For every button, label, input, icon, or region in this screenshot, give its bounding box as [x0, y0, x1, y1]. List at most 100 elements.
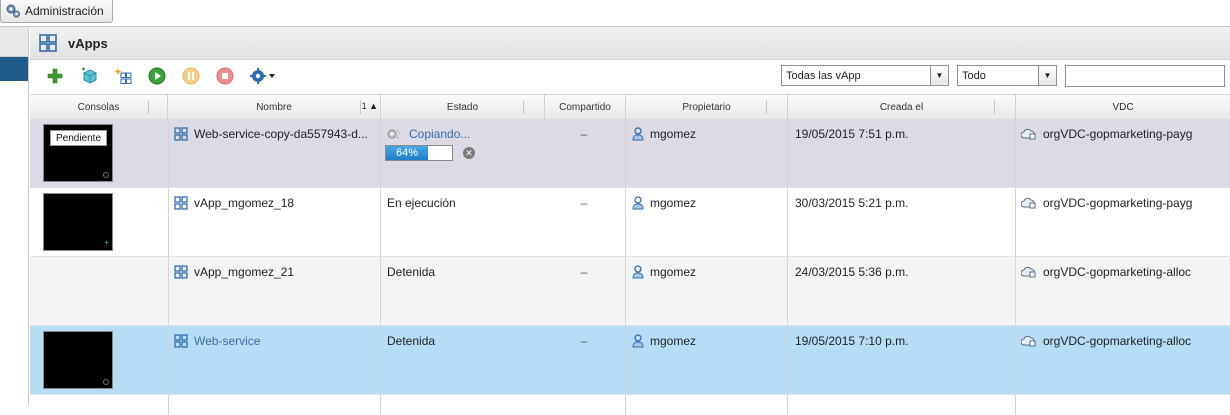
sort-indicator: 1 ▲ — [361, 101, 378, 111]
cancel-task-icon[interactable]: ✕ — [463, 147, 475, 159]
created-cell: 19/05/2015 7:51 p.m. — [795, 127, 909, 141]
vdc-cell: orgVDC-gopmarketing-alloc — [1021, 334, 1191, 348]
vapp-name: Web-service-copy-da557943-d... — [194, 127, 368, 141]
sidebar-header — [0, 27, 28, 57]
column-header-propietario[interactable]: Propietario — [626, 95, 788, 119]
actions-menu-button[interactable] — [248, 65, 278, 87]
vapp-icon — [174, 265, 188, 279]
column-header-compartido[interactable]: Compartido — [545, 95, 626, 119]
scope-filter-value: Todo — [962, 69, 986, 82]
vapp-name-cell[interactable]: vApp_mgomez_21 — [174, 265, 294, 279]
vdc-name: orgVDC-gopmarketing-alloc — [1043, 334, 1192, 348]
top-bar: Administración — [0, 0, 1230, 27]
vapp-name-cell[interactable]: Web-service-copy-da557943-d... — [174, 127, 368, 141]
created-cell: 19/05/2015 7:10 p.m. — [795, 334, 909, 348]
user-icon — [632, 265, 644, 279]
owner-name: mgomez — [650, 127, 697, 141]
search-input[interactable] — [1065, 65, 1225, 87]
console-thumbnail[interactable]: Pendiente — [43, 124, 113, 182]
main-panel: vApps Todas las vApp ▼ Todo ▼ Consolas N… — [30, 27, 1230, 415]
vapp-status-link[interactable]: Copiando... — [409, 127, 470, 141]
scope-filter-select[interactable]: Todo ▼ — [957, 65, 1057, 86]
suspend-button[interactable] — [180, 65, 202, 87]
column-divider — [523, 100, 524, 114]
table-row[interactable]: Pendiente Web-service-copy-da557943-d...… — [30, 119, 1230, 188]
stop-button[interactable] — [214, 65, 236, 87]
column-header-vdc[interactable]: VDC — [1016, 95, 1230, 119]
vapp-name: vApp_mgomez_18 — [194, 196, 295, 210]
table-row[interactable] — [30, 395, 1230, 415]
panel-title-bar: vApps — [30, 27, 1230, 60]
vdc-cell: orgVDC-gopmarketing-alloc — [1021, 265, 1191, 279]
table-row[interactable]: + vApp_mgomez_18 En ejecución – mgomez 3… — [30, 188, 1230, 257]
administration-tab[interactable]: Administración — [0, 0, 113, 23]
column-divider — [148, 100, 149, 114]
add-vapp-button[interactable] — [44, 65, 66, 87]
page-title: vApps — [68, 35, 108, 51]
shared-value: – — [580, 196, 588, 210]
owner-name: mgomez — [650, 196, 697, 210]
column-divider — [994, 100, 995, 114]
sidebar-selected-item[interactable] — [0, 57, 28, 81]
add-icon — [47, 68, 63, 84]
vdc-cloud-icon — [1021, 266, 1036, 278]
user-icon — [632, 334, 644, 348]
owner-cell: mgomez — [632, 127, 696, 141]
vapp-name-link[interactable]: Web-service — [194, 334, 260, 348]
created-cell: 24/03/2015 5:36 p.m. — [795, 265, 909, 279]
build-new-vapp-button[interactable] — [112, 65, 134, 87]
copy-progress-bar: 64% — [385, 145, 453, 161]
vapp-template-icon — [82, 67, 97, 84]
vapp-filter-select[interactable]: Todas las vApp ▼ — [781, 65, 949, 86]
vapp-status-cell: En ejecución — [387, 196, 456, 210]
vdc-cloud-icon — [1021, 197, 1036, 209]
pause-icon — [182, 67, 200, 85]
vdc-cell: orgVDC-gopmarketing-payg — [1021, 127, 1192, 141]
column-header-creada[interactable]: Creada el — [788, 95, 1016, 119]
column-header-estado[interactable]: Estado — [381, 95, 545, 119]
user-icon — [632, 196, 644, 210]
vapps-icon — [39, 34, 57, 52]
vapp-icon — [174, 127, 188, 141]
vdc-cloud-icon — [1021, 335, 1036, 347]
vapp-filter-value: Todas las vApp — [786, 69, 861, 82]
owner-cell: mgomez — [632, 265, 696, 279]
vapp-name-cell[interactable]: vApp_mgomez_18 — [174, 196, 294, 210]
console-status-dot — [103, 172, 109, 178]
shared-value: – — [580, 127, 588, 141]
console-thumbnail[interactable] — [43, 331, 113, 389]
vdc-cloud-icon — [1021, 128, 1036, 140]
vdc-name: orgVDC-gopmarketing-payg — [1043, 127, 1193, 141]
owner-name: mgomez — [650, 265, 697, 279]
console-running-indicator: + — [104, 238, 109, 247]
vapp-status-cell: Detenida — [387, 265, 436, 279]
play-icon — [148, 67, 166, 85]
column-header-nombre[interactable]: Nombre 1 ▲ — [168, 95, 381, 119]
vapp-name: vApp_mgomez_21 — [194, 265, 295, 279]
console-status-dot — [103, 379, 109, 385]
console-pending-label: Pendiente — [50, 130, 107, 146]
vapp-name-cell[interactable]: Web-service — [174, 334, 260, 348]
gear-icon — [250, 68, 275, 84]
column-divider — [360, 100, 361, 114]
chevron-down-icon: ▼ — [1038, 66, 1056, 85]
vapp-icon — [174, 334, 188, 348]
table-row-selected[interactable]: Web-service Detenida – mgomez 19/05/2015… — [30, 326, 1230, 395]
vdc-name: orgVDC-gopmarketing-payg — [1043, 196, 1193, 210]
user-icon — [632, 127, 644, 141]
build-vapp-icon — [114, 68, 132, 84]
progress-text: 64% — [395, 147, 419, 159]
table-row[interactable]: vApp_mgomez_21 Detenida – mgomez 24/03/2… — [30, 257, 1230, 326]
console-thumbnail[interactable]: + — [43, 193, 113, 251]
owner-cell: mgomez — [632, 334, 696, 348]
vdc-cell: orgVDC-gopmarketing-payg — [1021, 196, 1192, 210]
administration-tab-label: Administración — [25, 4, 104, 18]
start-button[interactable] — [146, 65, 168, 87]
owner-cell: mgomez — [632, 196, 696, 210]
stop-icon — [216, 67, 234, 85]
shared-value: – — [580, 265, 588, 279]
vdc-name: orgVDC-gopmarketing-alloc — [1043, 265, 1192, 279]
left-sidebar — [0, 27, 29, 405]
add-from-catalog-button[interactable] — [78, 65, 100, 87]
chevron-down-icon: ▼ — [930, 66, 948, 85]
